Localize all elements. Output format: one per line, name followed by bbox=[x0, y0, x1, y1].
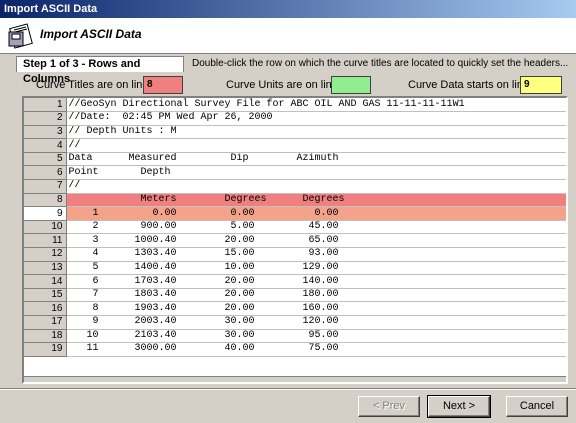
row-number: 4 bbox=[24, 138, 67, 153]
grid-row[interactable]: 11 3 1000.40 20.00 65.00 bbox=[24, 233, 566, 249]
grid-row[interactable]: 13 5 1400.40 10.00 129.00 bbox=[24, 261, 566, 276]
row-text: 4 1303.40 15.00 93.00 bbox=[66, 247, 566, 262]
row-number: 16 bbox=[24, 301, 67, 316]
window-titlebar: Import ASCII Data bbox=[0, 0, 576, 18]
ascii-grid[interactable]: 1//GeoSyn Directional Survey File for AB… bbox=[22, 96, 568, 384]
row-text: 11 3000.00 40.00 75.00 bbox=[66, 342, 566, 357]
row-text: // bbox=[66, 138, 566, 153]
row-number: 10 bbox=[24, 220, 67, 235]
row-text: 6 1703.40 20.00 140.00 bbox=[66, 274, 566, 289]
grid-row[interactable]: 10 2 900.00 5.00 45.00 bbox=[24, 220, 566, 235]
row-text: 2 900.00 5.00 45.00 bbox=[66, 220, 566, 235]
row-text: 8 1903.40 20.00 160.00 bbox=[66, 301, 566, 316]
row-number: 5 bbox=[24, 152, 67, 167]
window-title: Import ASCII Data bbox=[4, 3, 98, 15]
wizard-disk-icon bbox=[8, 23, 33, 49]
step-hint: Double-click the row on which the curve … bbox=[192, 58, 569, 69]
grid-row[interactable]: 19 11 3000.00 40.00 75.00 bbox=[24, 342, 566, 357]
wizard-header: Import ASCII Data bbox=[0, 18, 576, 54]
row-number: 14 bbox=[24, 274, 67, 289]
grid-row[interactable]: 5 Data Measured Dip Azimuth bbox=[24, 152, 566, 167]
curve-data-input[interactable]: 9 bbox=[520, 76, 562, 94]
row-number: 17 bbox=[24, 315, 67, 330]
row-text: // bbox=[66, 179, 566, 194]
row-text: Meters Degrees Degrees bbox=[66, 193, 566, 208]
button-separator bbox=[0, 388, 576, 390]
grid-row[interactable]: 17 9 2003.40 30.00 120.00 bbox=[24, 315, 566, 330]
grid-row[interactable]: 12 4 1303.40 15.00 93.00 bbox=[24, 247, 566, 262]
prev-button[interactable]: < Prev bbox=[358, 396, 420, 417]
grid-row[interactable]: 7// bbox=[24, 179, 566, 194]
row-text: //Date: 02:45 PM Wed Apr 26, 2000 bbox=[66, 111, 566, 126]
row-text: Data Measured Dip Azimuth bbox=[66, 152, 566, 167]
row-text: Point Depth bbox=[66, 165, 566, 181]
step-tab: Step 1 of 3 - Rows and Columns bbox=[16, 56, 184, 85]
grid-row[interactable]: 6 Point Depth bbox=[24, 165, 566, 181]
grid-row[interactable]: 1//GeoSyn Directional Survey File for AB… bbox=[24, 98, 566, 113]
row-number: 8 bbox=[24, 193, 67, 208]
row-number: 1 bbox=[24, 98, 67, 113]
row-number: 19 bbox=[24, 342, 67, 357]
row-text: 10 2103.40 30.00 95.00 bbox=[66, 329, 566, 344]
grid-row[interactable]: 14 6 1703.40 20.00 140.00 bbox=[24, 274, 566, 289]
curve-units-input[interactable] bbox=[331, 76, 371, 94]
row-number: 3 bbox=[24, 125, 67, 140]
grid-row[interactable]: 9 1 0.00 0.00 0.00 bbox=[24, 206, 566, 221]
grid-row[interactable]: 8 Meters Degrees Degrees bbox=[24, 193, 566, 208]
row-text: 9 2003.40 30.00 120.00 bbox=[66, 315, 566, 330]
row-number: 12 bbox=[24, 247, 67, 262]
row-text: 3 1000.40 20.00 65.00 bbox=[66, 233, 566, 249]
row-text: // Depth Units : M bbox=[66, 125, 566, 140]
cancel-button[interactable]: Cancel bbox=[506, 396, 568, 417]
row-number: 2 bbox=[24, 111, 67, 126]
grid-row[interactable]: 15 7 1803.40 20.00 180.00 bbox=[24, 288, 566, 303]
row-number: 13 bbox=[24, 261, 67, 276]
grid-row[interactable]: 2//Date: 02:45 PM Wed Apr 26, 2000 bbox=[24, 111, 566, 126]
row-number: 18 bbox=[24, 329, 67, 344]
row-text: //GeoSyn Directional Survey File for ABC… bbox=[66, 98, 566, 113]
grid-row[interactable]: 4// bbox=[24, 138, 566, 153]
wizard-title: Import ASCII Data bbox=[40, 27, 142, 41]
grid-row[interactable]: 16 8 1903.40 20.00 160.00 bbox=[24, 301, 566, 316]
row-number: 11 bbox=[24, 233, 67, 249]
grid-row[interactable]: 18 10 2103.40 30.00 95.00 bbox=[24, 329, 566, 344]
row-text: 5 1400.40 10.00 129.00 bbox=[66, 261, 566, 276]
row-number: 15 bbox=[24, 288, 67, 303]
grid-row[interactable]: 3// Depth Units : M bbox=[24, 125, 566, 140]
row-number: 9 bbox=[24, 206, 67, 221]
ascii-grid-table: 1//GeoSyn Directional Survey File for AB… bbox=[24, 98, 566, 357]
next-button[interactable]: Next > bbox=[427, 395, 491, 418]
curve-titles-input[interactable]: 8 bbox=[143, 76, 183, 94]
row-text: 1 0.00 0.00 0.00 bbox=[66, 206, 566, 221]
row-text: 7 1803.40 20.00 180.00 bbox=[66, 288, 566, 303]
row-number: 6 bbox=[24, 165, 67, 181]
horizontal-scrollbar[interactable] bbox=[24, 376, 566, 382]
row-number: 7 bbox=[24, 179, 67, 194]
